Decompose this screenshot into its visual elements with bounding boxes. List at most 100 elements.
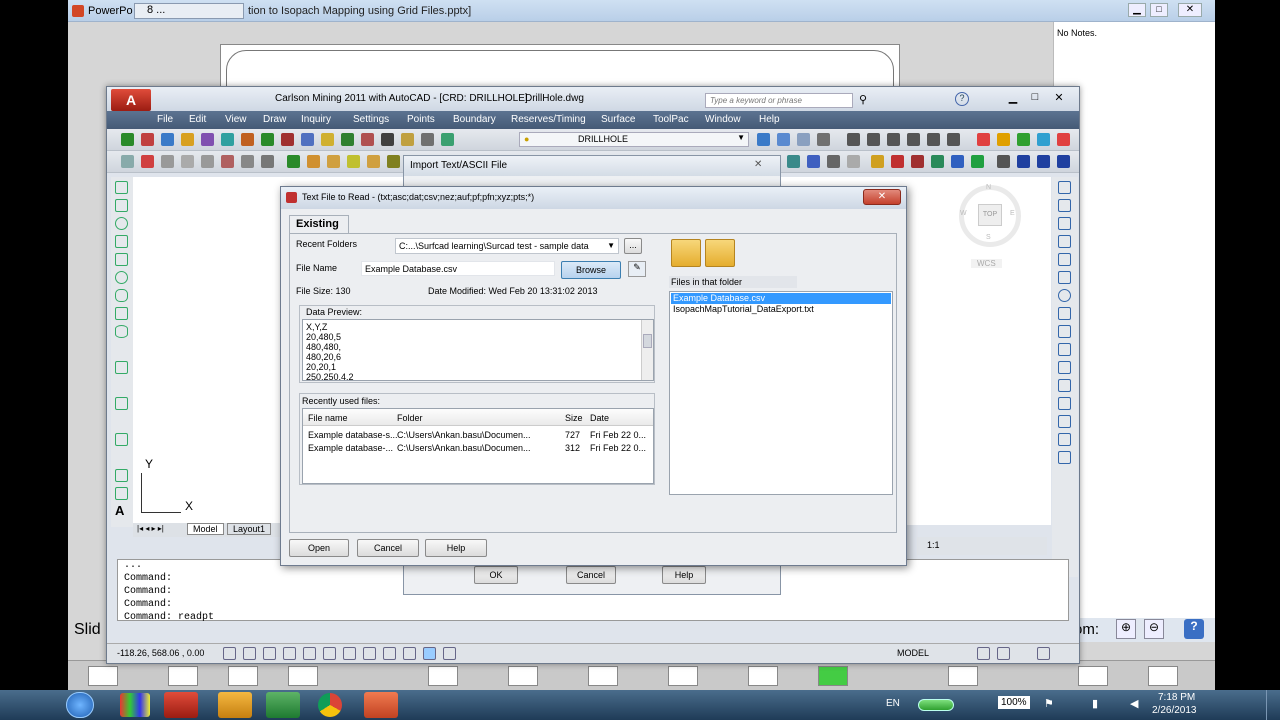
toolbar-icon[interactable] [847,133,860,146]
help-icon[interactable]: ? [955,92,969,106]
file-item-selected[interactable]: Example Database.csv [671,293,891,304]
toolbar-icon[interactable] [301,133,314,146]
toolbar-icon[interactable] [221,155,234,168]
network-icon[interactable]: ▮ [1092,697,1098,710]
open-button[interactable]: Open [289,539,349,557]
rectangle-icon[interactable] [115,253,128,266]
copy-icon[interactable] [1058,199,1071,212]
toolbar-icon[interactable] [1037,133,1050,146]
column-folder[interactable]: Folder [397,413,423,423]
recent-folders-dropdown[interactable]: C:...\Surfcad learning\Surcad test - sam… [395,238,619,254]
table-row[interactable]: Example database-... C:\Users\Ankan.basu… [303,442,653,455]
offset-icon[interactable] [1058,235,1071,248]
file-options-icon[interactable]: ✎ [628,261,646,277]
folder-up-icon[interactable] [705,239,735,267]
minimize-button[interactable]: ▁ [1128,3,1146,17]
text-icon[interactable]: A [115,503,124,518]
flag-icon[interactable]: ⚑ [1044,697,1054,710]
chamfer-icon[interactable] [1058,415,1071,428]
files-list[interactable]: Example Database.csv IsopachMapTutorial_… [669,291,893,495]
wcs-menu[interactable]: WCS [971,259,1002,268]
menu-view[interactable]: View [225,114,247,125]
slide-thumbnail[interactable] [428,666,458,686]
polyline-icon[interactable] [115,199,128,212]
menu-boundary[interactable]: Boundary [453,114,496,125]
autocad-taskbar-icon[interactable] [164,692,198,718]
toolbar-icon[interactable] [787,155,800,168]
toolbar-icon[interactable] [221,133,234,146]
toolbar-icon[interactable] [387,155,400,168]
toolbar-icon[interactable] [261,155,274,168]
slide-thumbnail[interactable] [668,666,698,686]
toolbar-icon[interactable] [971,155,984,168]
toolbar-icon[interactable] [241,133,254,146]
toolbar-icon[interactable] [911,155,924,168]
toolbar-icon[interactable] [797,133,810,146]
help-button[interactable]: Help [662,566,706,584]
menu-inquiry[interactable]: Inquiry [301,114,331,125]
clock-date[interactable]: 2/26/2013 [1152,705,1197,716]
grid-icon[interactable] [243,647,256,660]
toolbar-icon[interactable] [871,155,884,168]
toolbar-icon[interactable] [1037,155,1050,168]
slide-thumbnail[interactable] [1078,666,1108,686]
toolbar-icon[interactable] [807,155,820,168]
polygon-icon[interactable] [115,235,128,248]
revcloud-icon[interactable] [115,289,128,302]
extend-icon[interactable] [1058,361,1071,374]
scale-icon[interactable] [1058,307,1071,320]
column-file-name[interactable]: File name [308,413,348,423]
slide-thumbnail[interactable] [228,666,258,686]
close-button[interactable]: ✕ [1049,91,1069,105]
otrack-icon[interactable] [323,647,336,660]
slide-thumbnail[interactable] [508,666,538,686]
slide-thumbnail[interactable] [948,666,978,686]
start-button[interactable] [66,692,94,718]
toolbar-icon[interactable] [141,155,154,168]
ortho-icon[interactable] [263,647,276,660]
slide-thumbnail[interactable] [168,666,198,686]
powerpoint-taskbar-icon[interactable] [364,692,398,718]
folder-icon[interactable] [671,239,701,267]
point-icon[interactable] [115,397,128,410]
ellipse-icon[interactable] [115,325,128,338]
menu-surface[interactable]: Surface [601,114,635,125]
toolbar-icon[interactable] [947,133,960,146]
toolbar-icon[interactable] [181,155,194,168]
sc-icon[interactable] [443,647,456,660]
toolbar-icon[interactable] [867,133,880,146]
tab-model[interactable]: Model [187,523,224,535]
toolbar-icon[interactable] [1057,155,1070,168]
toolbar-icon[interactable] [997,133,1010,146]
array-icon[interactable] [1058,253,1071,266]
circle-icon[interactable] [115,271,128,284]
tab-layout1[interactable]: Layout1 [227,523,272,535]
toolbar-icon[interactable] [121,155,134,168]
toolbar-icon[interactable] [141,133,154,146]
toolbar-icon[interactable] [1017,133,1030,146]
snap-icon[interactable] [223,647,236,660]
toolbar-icon[interactable] [321,133,334,146]
toolbar-icon[interactable] [201,133,214,146]
cancel-button[interactable]: Cancel [357,539,419,557]
slide-thumbnail[interactable] [288,666,318,686]
explode-icon[interactable] [1058,451,1071,464]
toolbar-icon[interactable] [281,133,294,146]
toolbar-icon[interactable] [327,155,340,168]
taskbar-app-icon[interactable] [120,693,150,717]
toolbar-icon[interactable] [161,155,174,168]
move-icon[interactable] [1058,271,1071,284]
close-icon[interactable]: ✕ [754,159,762,170]
slide-thumbnail[interactable] [748,666,778,686]
hatch-icon[interactable] [115,433,128,446]
line-icon[interactable] [115,181,128,194]
toolbar-icon[interactable] [887,133,900,146]
zoom-in-icon[interactable]: ⊕ [1116,619,1136,639]
polar-icon[interactable] [283,647,296,660]
toolbar-icon[interactable] [951,155,964,168]
toolbar-icon[interactable] [927,133,940,146]
column-size[interactable]: Size [565,413,583,423]
toolbar-icon[interactable] [241,155,254,168]
toolbar-icon[interactable] [201,155,214,168]
ok-button[interactable]: OK [474,566,518,584]
